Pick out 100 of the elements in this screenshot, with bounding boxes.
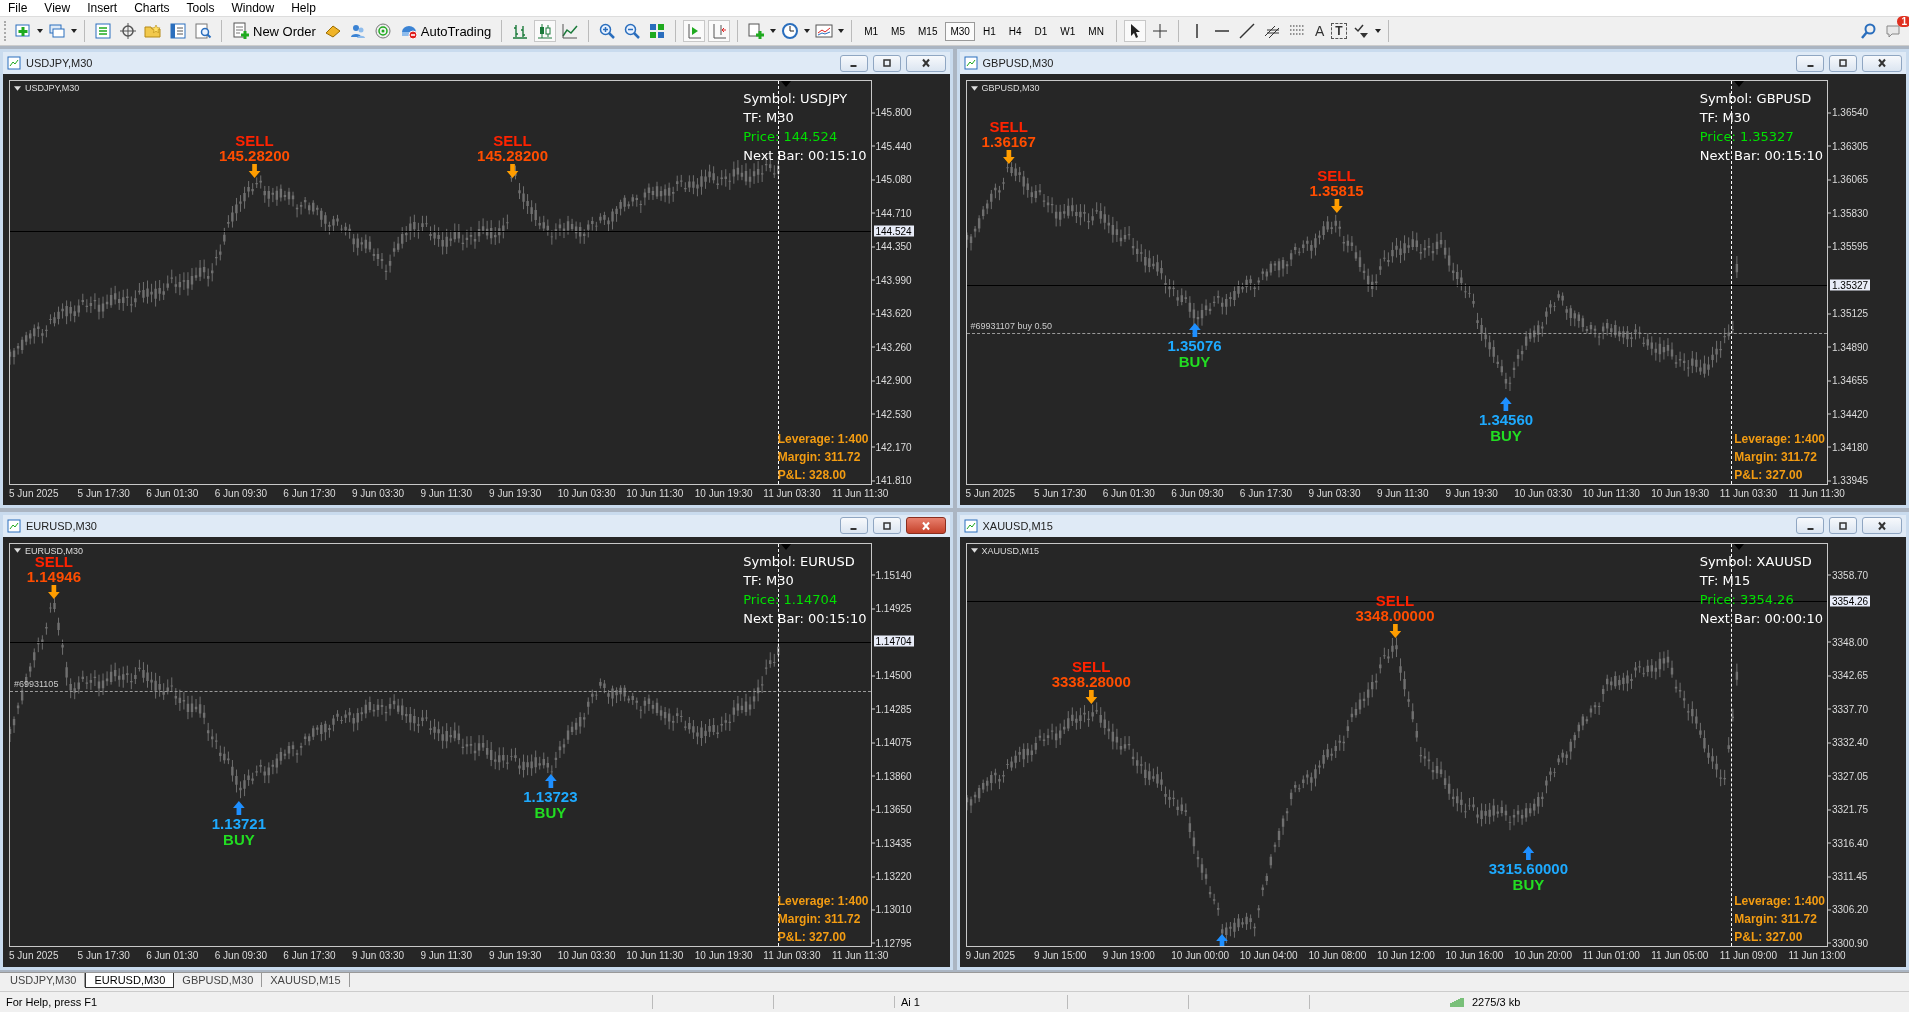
menu-item[interactable]: Charts	[128, 1, 181, 15]
close-button[interactable]	[905, 517, 946, 534]
price-tick: 143.990	[875, 274, 912, 286]
text-label-tool[interactable]: T	[1331, 23, 1347, 39]
time-label: 6 Jun 17:30	[1239, 487, 1293, 499]
time-label: 11 Jun 11:30	[1788, 487, 1845, 499]
time-label: 6 Jun 17:30	[283, 487, 336, 499]
time-label: 10 Jun 11:30	[626, 487, 684, 499]
text-tool[interactable]: A	[1310, 23, 1329, 39]
menu-item[interactable]: Tools	[180, 1, 226, 15]
chart-label: USDJPY,M30	[25, 83, 80, 93]
sell-label: SELL	[1072, 658, 1111, 674]
autotrading-button[interactable]: AutoTrading	[396, 20, 495, 42]
price-tick: 1.13220	[875, 870, 912, 882]
price-tick: 145.800	[875, 106, 912, 118]
chart-icon	[7, 56, 21, 70]
account-line: P&L: 327.00	[777, 930, 846, 944]
sell-label: SELL	[1375, 593, 1415, 609]
time-label: 6 Jun 01:30	[146, 950, 199, 961]
close-icon	[1876, 520, 1888, 531]
candlestick-icon[interactable]	[534, 20, 557, 42]
info-line: Price: 144.524	[743, 129, 839, 144]
maximize-button[interactable]	[1829, 517, 1857, 534]
minimize-button[interactable]	[1796, 517, 1824, 534]
down-arrow-icon	[46, 585, 61, 600]
traffic-text: 2275/3 kb	[1471, 996, 1522, 1008]
window-title: EURUSD,M30	[26, 519, 97, 532]
crosshair-icon[interactable]	[117, 20, 139, 42]
up-arrow-icon	[543, 773, 558, 788]
down-arrow-icon	[505, 163, 520, 178]
down-arrow-icon	[1084, 689, 1099, 704]
list-window-icon[interactable]	[167, 20, 189, 42]
price-tick: 142.530	[875, 408, 912, 419]
account-line: Margin: 311.72	[777, 449, 861, 464]
time-label: 6 Jun 01:30	[146, 487, 199, 499]
sell-label: SELL	[989, 118, 1028, 134]
timeframe-button[interactable]: H4	[1003, 21, 1027, 41]
current-price-label: 3354.26	[1830, 595, 1871, 607]
time-label: 10 Jun 00:00	[1171, 950, 1230, 961]
down-arrow-icon	[1001, 149, 1016, 164]
timeframe-button[interactable]: MN	[1083, 21, 1109, 41]
time-label: 9 Jun 03:30	[351, 950, 405, 961]
chart-tab[interactable]: XAUUSD,M15	[262, 973, 350, 987]
minimize-button[interactable]	[839, 54, 868, 72]
price-tick: 1.14285	[875, 703, 912, 715]
magnifier-page-icon[interactable]	[192, 20, 214, 42]
price-tick: 1.12795	[875, 937, 912, 949]
time-label: 6 Jun 09:30	[214, 950, 267, 961]
minimize-button[interactable]	[839, 517, 868, 534]
caret-icon[interactable]	[71, 29, 77, 33]
maximize-button[interactable]	[1829, 54, 1857, 72]
menu-item[interactable]: Insert	[81, 1, 129, 15]
menu-item[interactable]: Help	[285, 1, 327, 15]
caret-icon[interactable]	[770, 29, 777, 33]
close-button[interactable]	[1862, 517, 1902, 534]
caret-icon[interactable]	[804, 29, 811, 33]
menu-item[interactable]: Window	[225, 1, 286, 15]
chart-shift-icon[interactable]	[683, 20, 706, 42]
time-label: 5 Jun 2025	[9, 950, 59, 961]
timeframe-button[interactable]: W1	[1055, 21, 1081, 41]
timeframe-button[interactable]: M15	[913, 21, 943, 41]
timeframe-button[interactable]: M1	[859, 21, 884, 41]
chart-tab[interactable]: GBPUSD,M30	[174, 973, 263, 987]
price-tick: 141.810	[875, 474, 912, 486]
timeframe-button[interactable]: H1	[977, 21, 1001, 41]
timeframe-button[interactable]: M5	[886, 21, 910, 41]
close-button[interactable]	[905, 54, 946, 72]
chart-tab[interactable]: EURUSD,M30	[85, 973, 175, 988]
up-arrow-icon	[1521, 846, 1536, 861]
time-label: 9 Jun 19:30	[489, 487, 542, 499]
time-label: 6 Jun 09:30	[1171, 487, 1224, 499]
time-label: 5 Jun 17:30	[1034, 487, 1087, 499]
menu-item[interactable]: File	[2, 1, 39, 15]
close-button[interactable]	[1862, 54, 1902, 72]
price-tick: 144.350	[875, 240, 912, 252]
price-tick: 1.14075	[875, 736, 912, 748]
time-label: 11 Jun 13:00	[1788, 950, 1846, 961]
new-order-button[interactable]: New Order	[229, 20, 319, 42]
timeframe-button[interactable]: D1	[1029, 21, 1053, 41]
maximize-button[interactable]	[872, 517, 901, 534]
minimize-icon	[1806, 527, 1814, 530]
maximize-button[interactable]	[872, 54, 901, 72]
up-arrow-icon	[1215, 933, 1230, 946]
caret-icon[interactable]	[37, 29, 43, 33]
cursor-icon[interactable]	[1123, 20, 1146, 42]
up-arrow-icon	[1187, 322, 1202, 337]
price-tick: 1.13860	[875, 770, 912, 782]
order-line-label: #69931105	[14, 679, 59, 690]
time-label: 5 Jun 2025	[965, 487, 1015, 499]
menu-item[interactable]: View	[38, 1, 82, 15]
dropdown-triangle-icon	[14, 85, 21, 91]
timeframe-button[interactable]: M30	[945, 21, 975, 41]
minimize-button[interactable]	[1796, 54, 1824, 72]
buy-price: 1.35076	[1167, 336, 1222, 354]
account-line: Margin: 311.72	[777, 912, 861, 926]
time-label: 10 Jun 11:30	[1582, 487, 1640, 499]
caret-icon[interactable]	[838, 29, 845, 33]
time-label: 11 Jun 11:30	[831, 487, 889, 499]
info-line: Next Bar: 00:15:10	[743, 610, 867, 626]
caret-icon[interactable]	[1374, 29, 1381, 33]
